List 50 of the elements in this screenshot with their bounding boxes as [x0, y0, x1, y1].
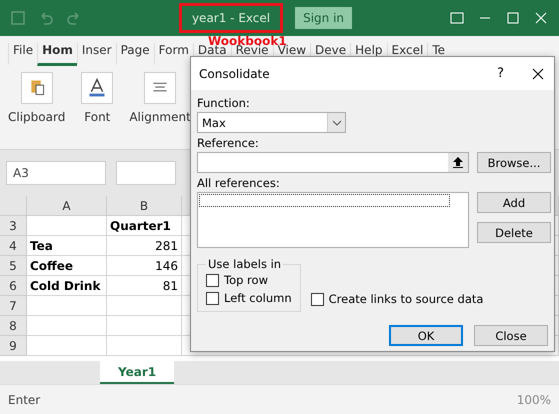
ribbon-group-button[interactable]: Clipboard	[8, 72, 66, 143]
create-links-checkbox[interactable]: Create links to source data	[310, 292, 484, 306]
ribbon-group-button[interactable]: Alignment	[129, 72, 191, 143]
row-header[interactable]: 4	[0, 236, 27, 256]
help-button[interactable]: ?	[491, 65, 510, 82]
checkbox[interactable]	[206, 274, 219, 286]
collapse-arrow-icon[interactable]	[453, 157, 463, 168]
row-header[interactable]: 3	[0, 216, 27, 236]
table-cell: Coffee	[27, 256, 107, 276]
browse-button[interactable]: Browse...	[477, 152, 551, 173]
group-title: Use labels in	[207, 257, 282, 271]
table-cell: Cold Drink	[27, 276, 107, 296]
close-icon[interactable]	[530, 66, 546, 82]
table-cell: Tea	[27, 236, 107, 256]
sign-in-button[interactable]: Sign in	[295, 7, 352, 29]
row-header[interactable]: 6	[0, 276, 27, 296]
clipboard-icon	[20, 72, 53, 104]
all-references-label: All references:	[197, 175, 281, 192]
ok-button[interactable]: OK	[389, 325, 463, 346]
add-button[interactable]: Add	[477, 192, 551, 213]
status-mode: Enter	[8, 392, 40, 406]
table-cell: Quarter1	[107, 216, 182, 236]
chevron-down-icon	[332, 120, 342, 126]
label-option-checkbox[interactable]: Left column	[206, 291, 292, 305]
reference-label: Reference:	[197, 135, 260, 152]
sheet-tab[interactable]: Year1	[100, 361, 174, 384]
table-cell: 281	[107, 236, 182, 256]
window-title: year1 - Excel	[178, 3, 284, 33]
font-color-icon	[81, 72, 114, 104]
row-header[interactable]: 8	[0, 316, 27, 336]
function-dropdown[interactable]: Max	[197, 112, 346, 133]
checkbox[interactable]	[310, 292, 324, 306]
maximize-icon[interactable]	[505, 10, 521, 26]
table-cell: 81	[107, 276, 182, 296]
row-header[interactable]: 7	[0, 296, 27, 316]
table-cell: 146	[107, 256, 182, 276]
row-header[interactable]: 5	[0, 256, 27, 276]
name-box[interactable]: A3	[6, 161, 106, 185]
align-center-icon	[144, 72, 176, 104]
checkbox[interactable]	[206, 292, 219, 304]
dialog-title: Consolidate	[199, 66, 271, 80]
row-header[interactable]: 9	[0, 336, 27, 356]
delete-button[interactable]: Delete	[477, 222, 551, 243]
label-option-checkbox[interactable]: Top row	[206, 273, 292, 287]
column-header[interactable]: B	[107, 196, 182, 216]
column-header[interactable]: A	[27, 196, 107, 216]
function-label: Function:	[197, 95, 251, 112]
reference-field[interactable]	[197, 152, 469, 173]
close-button[interactable]: Close	[474, 325, 548, 346]
ribbon-group-button[interactable]: Font	[81, 72, 114, 143]
